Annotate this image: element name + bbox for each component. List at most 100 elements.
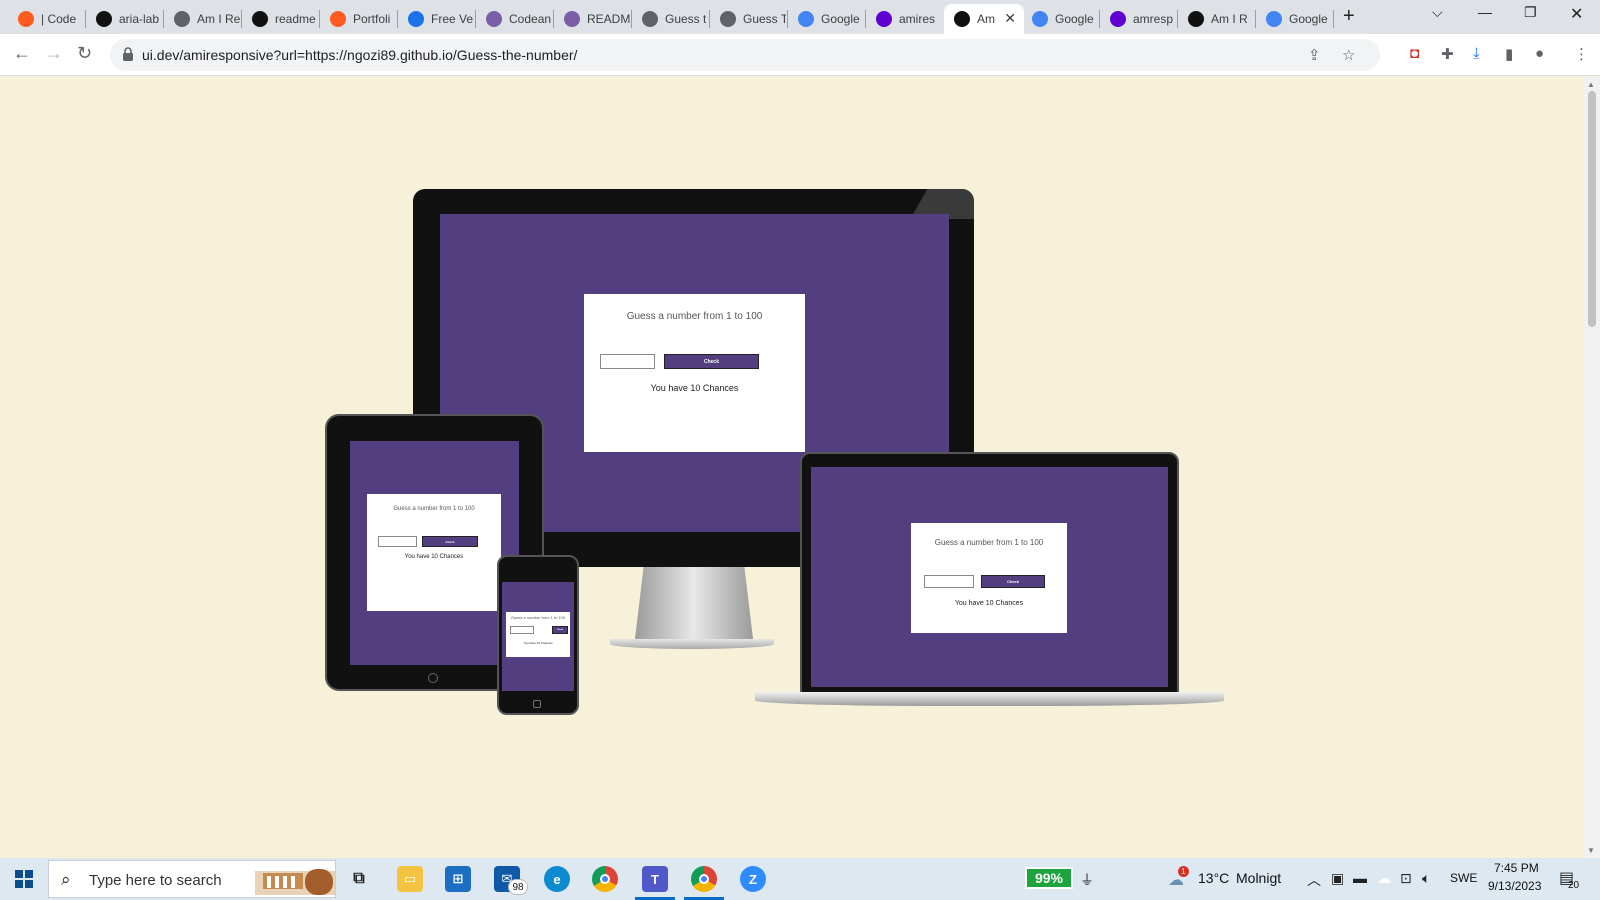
tab-title: Google [821, 12, 860, 26]
browser-tab[interactable]: READM [554, 4, 630, 34]
close-window-button[interactable]: ✕ [1570, 4, 1583, 24]
tab-title: Am I Re [197, 12, 240, 26]
tablet-check-button[interactable]: Check [422, 536, 478, 547]
browser-tab[interactable]: Google [1022, 4, 1098, 34]
phone-game-card: Guess a number from 1 to 100 Check You h… [506, 612, 570, 657]
uidev-icon [954, 11, 970, 27]
teams-icon[interactable]: T [642, 866, 668, 892]
battery-indicator[interactable]: 99% [1025, 867, 1073, 889]
edge-icon[interactable]: e [544, 866, 570, 892]
pocket-extension-icon[interactable]: ◘ [1410, 45, 1419, 62]
battery-tray-icon[interactable]: ▬ [1353, 870, 1367, 886]
browser-tab[interactable]: Guess T [710, 4, 786, 34]
tab-title: Free Ve [431, 12, 474, 26]
onedrive-cloud-icon[interactable]: ☁ [1377, 870, 1391, 887]
browser-tab[interactable]: Codean [476, 4, 552, 34]
codeanywhere-icon [330, 11, 346, 27]
forward-button[interactable]: → [45, 43, 63, 64]
yahoo-icon [876, 11, 892, 27]
desktop-check-button[interactable]: Check [664, 354, 759, 369]
notification-count: 20 [1568, 880, 1580, 891]
tab-title: amresp [1133, 12, 1174, 26]
chrome-icon[interactable] [592, 866, 618, 892]
browser-tab[interactable]: Guess t [632, 4, 708, 34]
laptop-guess-input[interactable] [924, 575, 974, 588]
show-hidden-icons-chevron-icon[interactable]: ︿ [1307, 870, 1321, 890]
phone-guess-input[interactable] [510, 626, 534, 634]
clock-time[interactable]: 7:45 PM [1494, 861, 1539, 875]
browser-tab[interactable]: amresp [1100, 4, 1176, 34]
browser-tab[interactable]: Portfoli [320, 4, 396, 34]
tab-title: Codean [509, 12, 552, 26]
temperature-text[interactable]: 13°C [1198, 870, 1229, 886]
side-panel-icon[interactable]: ▮ [1505, 45, 1513, 63]
tablet-home-button [428, 673, 438, 683]
browser-tab[interactable]: Google [788, 4, 864, 34]
page-scrollbar[interactable]: ▲ ▼ [1584, 77, 1600, 858]
file-explorer-icon[interactable]: ▭ [397, 866, 423, 892]
browser-tab[interactable]: aria-lab [86, 4, 162, 34]
scroll-up-arrow-icon[interactable]: ▲ [1587, 80, 1595, 89]
reload-button[interactable]: ↻ [77, 43, 92, 64]
uidev-icon [1188, 11, 1204, 27]
tab-search-icon[interactable]: ⌵ [1432, 4, 1443, 21]
tablet-chances-text: You have 10 Chances [404, 554, 464, 560]
new-tab-button[interactable]: + [1343, 5, 1355, 28]
address-bar[interactable]: ui.dev/amiresponsive?url=https://ngozi89… [110, 39, 1380, 71]
browser-tab[interactable]: Free Ve [398, 4, 474, 34]
browser-tab[interactable]: readme [242, 4, 318, 34]
browser-tab[interactable]: Am I R [1178, 4, 1254, 34]
phone-check-button[interactable]: Check [552, 626, 568, 634]
minimize-button[interactable]: — [1478, 4, 1492, 20]
weather-text[interactable]: Molnigt [1236, 870, 1281, 886]
lock-icon[interactable] [122, 47, 134, 61]
volume-icon[interactable]: 🔈︎ [1422, 870, 1430, 887]
bookmark-star-icon[interactable]: ☆ [1342, 46, 1355, 64]
amiresponsive-page: Guess a number from 1 to 100 Check You h… [0, 77, 1584, 858]
network-icon[interactable]: ⊡ [1400, 870, 1412, 887]
extensions-puzzle-icon[interactable]: ✚ [1441, 45, 1454, 63]
tablet-question: Guess a number from 1 to 100 [393, 506, 475, 512]
input-language[interactable]: SWE [1450, 871, 1477, 885]
tab-title: Am [977, 12, 995, 26]
globe-icon [720, 11, 736, 27]
tab-title: Guess T [743, 12, 786, 26]
browser-toolbar: ← → ↻ ui.dev/amiresponsive?url=https://n… [0, 34, 1600, 76]
back-button[interactable]: ← [13, 43, 31, 64]
desktop-guess-input[interactable] [600, 354, 655, 369]
laptop-base [755, 692, 1224, 706]
scroll-down-arrow-icon[interactable]: ▼ [1587, 846, 1595, 855]
webcam-icon[interactable]: ▣ [1331, 870, 1344, 887]
taskbar-search-box[interactable]: ⌕ Type here to search [48, 860, 336, 898]
start-button[interactable] [15, 870, 33, 888]
search-icon: ⌕ [61, 870, 71, 889]
browser-tab[interactable]: | Code [8, 4, 84, 34]
browser-tab[interactable]: Am I Re [164, 4, 240, 34]
tab-separator [1333, 10, 1334, 28]
phone-home-button [533, 700, 541, 708]
profile-avatar[interactable]: ● [1535, 45, 1544, 62]
globe-icon [642, 11, 658, 27]
restore-button[interactable]: ❐ [1524, 4, 1537, 21]
chrome-profile-icon[interactable] [691, 866, 717, 892]
laptop-check-button[interactable]: Check [981, 575, 1045, 588]
share-icon[interactable]: ⇪ [1308, 46, 1321, 64]
zoom-icon[interactable]: Z [740, 866, 766, 892]
close-tab-icon[interactable]: ✕ [1004, 10, 1016, 27]
browser-tab[interactable]: Am ✕ [944, 4, 1024, 34]
search-placeholder[interactable]: Type here to search [89, 872, 222, 889]
tab-title: aria-lab [119, 12, 160, 26]
translate-icon [798, 11, 814, 27]
browser-tab[interactable]: amires [866, 4, 942, 34]
browser-tab[interactable]: Google [1256, 4, 1332, 34]
tab-title: Guess t [665, 12, 707, 26]
clock-date[interactable]: 9/13/2023 [1488, 879, 1541, 893]
microsoft-store-icon[interactable]: ⊞ [445, 866, 471, 892]
chrome-menu-icon[interactable]: ⋮ [1574, 45, 1589, 63]
tablet-guess-input[interactable] [378, 536, 417, 547]
url-text[interactable]: ui.dev/amiresponsive?url=https://ngozi89… [142, 47, 577, 63]
task-view-icon[interactable]: ⧉ [346, 866, 372, 892]
scroll-thumb[interactable] [1588, 91, 1596, 327]
tab-title: readme [275, 12, 316, 26]
download-icon[interactable]: ⤓ [1473, 45, 1480, 62]
